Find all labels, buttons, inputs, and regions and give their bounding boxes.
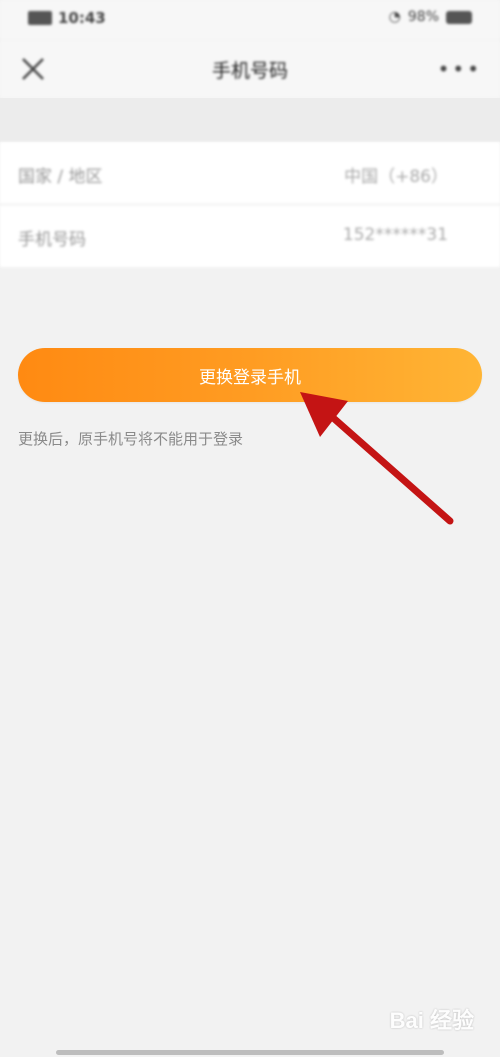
more-icon[interactable]: ••• (438, 59, 482, 79)
signal-icon (28, 11, 52, 25)
region-value: 中国（+86） (344, 167, 448, 187)
wifi-icon: ◔ (388, 9, 401, 25)
phone-value: 152******31 (342, 225, 448, 245)
hint-text: 更换后，原手机号将不能用于登录 (18, 430, 244, 448)
status-bar: 10:43 ◔ 98% (0, 0, 500, 40)
nav-bar: 手机号码 ••• (0, 40, 500, 98)
list-item-region[interactable]: 国家 / 地区 中国（+86） (0, 142, 500, 205)
watermark: Bai 经验 (389, 1008, 474, 1033)
battery-icon (446, 10, 472, 24)
status-left: 10:43 (28, 9, 106, 27)
page-title: 手机号码 (211, 60, 288, 82)
status-right: ◔ 98% (389, 9, 472, 25)
status-time: 10:43 (58, 9, 106, 27)
change-login-phone-button[interactable]: 更换登录手机 (18, 348, 482, 402)
region-label: 国家 / 地区 (18, 167, 103, 187)
section-gap (0, 98, 500, 142)
list-item-phone: 手机号码 152******31 (0, 205, 500, 267)
battery-percent: 98% (407, 9, 439, 25)
arrow-shaft (318, 404, 454, 525)
home-indicator (56, 1050, 444, 1055)
phone-label: 手机号码 (18, 230, 86, 250)
info-list: 国家 / 地区 中国（+86） 手机号码 152******31 (0, 142, 500, 267)
